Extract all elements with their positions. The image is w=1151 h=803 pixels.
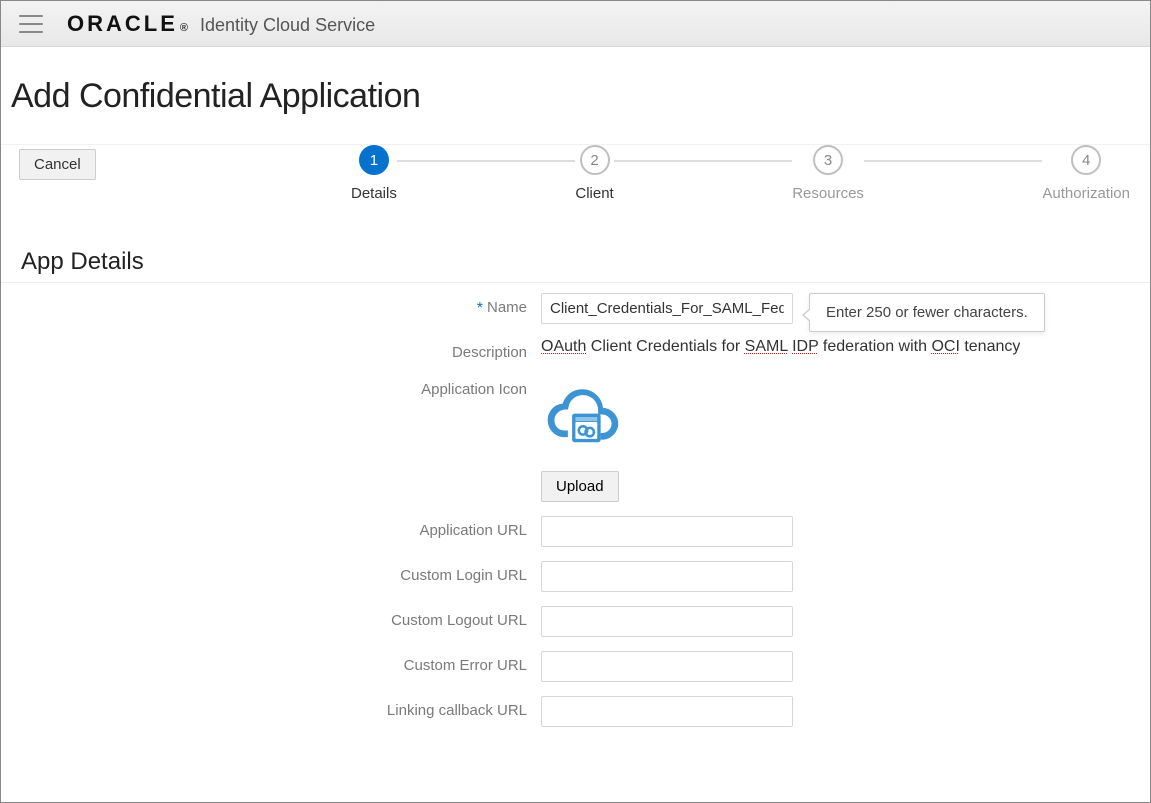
desc-word: tenancy xyxy=(960,338,1020,355)
custom-error-url-input[interactable] xyxy=(541,651,793,682)
name-input[interactable] xyxy=(541,293,793,324)
desc-word: OCI xyxy=(931,338,959,355)
page-title: Add Confidential Application xyxy=(1,67,1150,144)
brand-name: ORACLE xyxy=(67,11,178,37)
description-textarea[interactable]: OAuth Client Credentials for SAML IDP fe… xyxy=(541,338,1020,356)
desc-word: IDP xyxy=(792,338,818,355)
application-url-input[interactable] xyxy=(541,516,793,547)
custom-logout-url-input[interactable] xyxy=(541,606,793,637)
registered-mark: ® xyxy=(180,22,188,34)
wizard-connector xyxy=(864,160,1043,162)
desc-word: federation with xyxy=(818,338,931,355)
wizard-step-number: 1 xyxy=(359,145,389,175)
required-star-icon: * xyxy=(477,300,483,317)
wizard-step-number: 4 xyxy=(1071,145,1101,175)
app-header: ORACLE ® Identity Cloud Service xyxy=(1,1,1150,47)
wizard-step-number: 3 xyxy=(813,145,843,175)
description-label: Description xyxy=(21,338,541,361)
wizard-connector xyxy=(614,160,793,162)
custom-error-url-label: Custom Error URL xyxy=(21,651,541,674)
desc-word: OAuth xyxy=(541,338,586,355)
wizard-step-authorization[interactable]: 4 Authorization xyxy=(1042,145,1130,202)
application-icon-label: Application Icon xyxy=(21,375,541,398)
name-label-text: Name xyxy=(487,299,527,316)
section-title: App Details xyxy=(21,248,1150,276)
wizard-connector xyxy=(397,160,576,162)
wizard-step-label: Client xyxy=(575,185,613,202)
custom-logout-url-label: Custom Logout URL xyxy=(21,606,541,629)
service-name: Identity Cloud Service xyxy=(200,15,375,36)
wizard-step-label: Authorization xyxy=(1042,185,1130,202)
custom-login-url-input[interactable] xyxy=(541,561,793,592)
desc-word: SAML xyxy=(745,338,788,355)
section-divider xyxy=(1,282,1150,283)
application-url-label: Application URL xyxy=(21,516,541,539)
wizard-step-label: Details xyxy=(351,185,397,202)
hamburger-icon[interactable] xyxy=(19,15,43,33)
wizard-step-details[interactable]: 1 Details xyxy=(351,145,397,202)
brand-block: ORACLE ® Identity Cloud Service xyxy=(67,11,375,37)
linking-callback-url-input[interactable] xyxy=(541,696,793,727)
field-tooltip: Enter 250 or fewer characters. xyxy=(809,293,1045,332)
wizard-step-resources[interactable]: 3 Resources xyxy=(792,145,864,202)
wizard-step-client[interactable]: 2 Client xyxy=(575,145,613,202)
linking-callback-url-label: Linking callback URL xyxy=(21,696,541,719)
upload-button[interactable]: Upload xyxy=(541,471,619,502)
desc-word: Client Credentials for xyxy=(586,338,744,355)
wizard-steps: 1 Details 2 Client 3 Resources 4 Authori… xyxy=(351,145,1130,202)
name-label: *Name xyxy=(21,293,541,317)
wizard-step-label: Resources xyxy=(792,185,864,202)
wizard-step-number: 2 xyxy=(580,145,610,175)
application-cloud-icon xyxy=(541,375,625,459)
custom-login-url-label: Custom Login URL xyxy=(21,561,541,584)
cancel-button[interactable]: Cancel xyxy=(19,149,96,180)
